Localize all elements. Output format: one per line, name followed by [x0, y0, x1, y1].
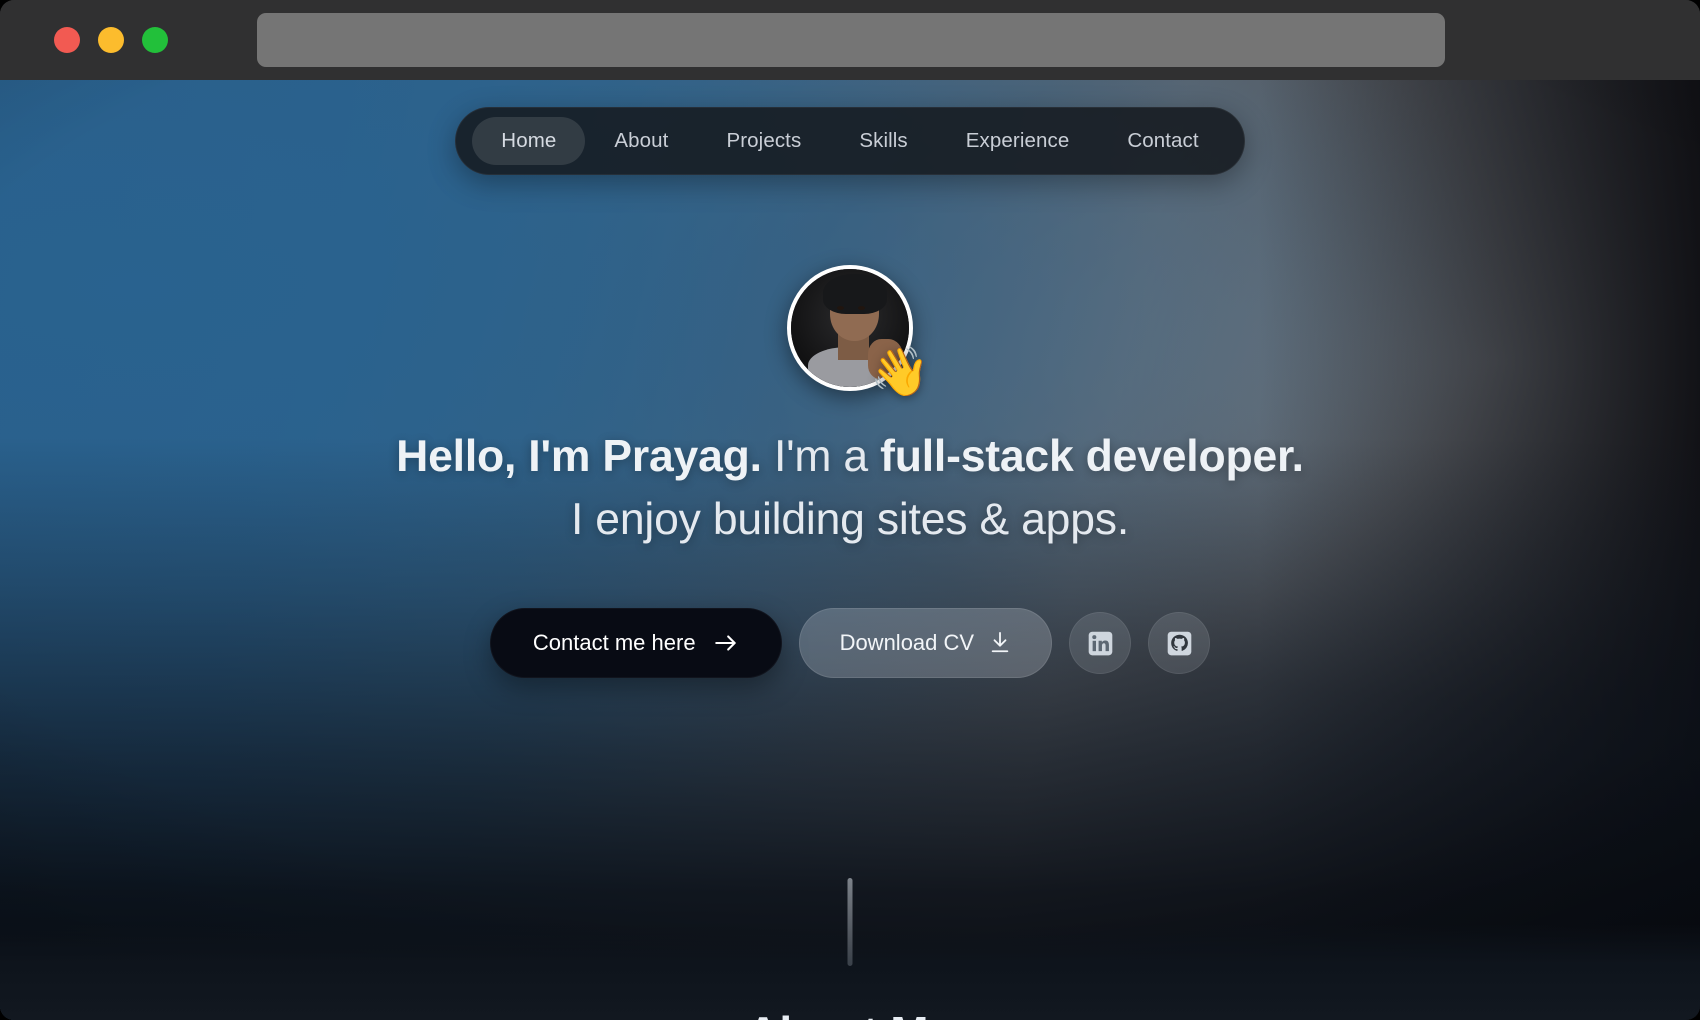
- avatar-photo-eye-left: [837, 305, 845, 310]
- download-cv-button[interactable]: Download CV: [798, 608, 1053, 679]
- arrow-right-icon: [713, 630, 739, 656]
- nav-item-about[interactable]: About: [585, 117, 697, 165]
- nav-item-home[interactable]: Home: [472, 117, 586, 165]
- contact-me-label: Contact me here: [532, 630, 696, 656]
- nav-item-projects[interactable]: Projects: [697, 117, 830, 165]
- nav-item-experience[interactable]: Experience: [937, 117, 1099, 165]
- nav-item-contact[interactable]: Contact: [1098, 117, 1227, 165]
- linkedin-link[interactable]: [1069, 612, 1132, 675]
- waving-hand-icon: 👋: [870, 346, 930, 399]
- avatar-photo-eye-right: [858, 305, 866, 310]
- avatar-photo-hair: [822, 273, 887, 314]
- maximize-window-button[interactable]: [142, 27, 168, 53]
- minimize-window-button[interactable]: [98, 27, 124, 53]
- nav-pill: Home About Projects Skills Experience Co…: [455, 107, 1245, 175]
- window-controls: [54, 27, 168, 53]
- close-window-button[interactable]: [54, 27, 80, 53]
- scroll-progress-bar[interactable]: [847, 878, 853, 966]
- browser-titlebar: [0, 0, 1700, 80]
- nav-item-skills[interactable]: Skills: [830, 117, 936, 165]
- headline-role: full-stack developer.: [880, 432, 1304, 481]
- contact-me-button[interactable]: Contact me here: [489, 608, 782, 679]
- hero-actions: Contact me here Download CV: [489, 608, 1211, 679]
- headline-connector: I'm a: [773, 432, 868, 481]
- browser-window: Home About Projects Skills Experience Co…: [0, 0, 1700, 1020]
- headline-subline: I enjoy building sites & apps.: [570, 495, 1129, 545]
- download-icon: [989, 631, 1011, 655]
- address-bar[interactable]: [257, 13, 1445, 67]
- github-icon: [1166, 630, 1193, 657]
- page-viewport: Home About Projects Skills Experience Co…: [0, 80, 1700, 1020]
- linkedin-icon: [1087, 630, 1114, 657]
- navigation-bar: Home About Projects Skills Experience Co…: [0, 107, 1700, 175]
- headline-greeting: Hello, I'm Prayag.: [396, 432, 762, 481]
- avatar-container: 👋: [787, 265, 930, 397]
- page-title: Hello, I'm Prayag. I'm a full-stack deve…: [396, 425, 1304, 551]
- github-link[interactable]: [1148, 612, 1211, 675]
- download-cv-label: Download CV: [839, 630, 975, 656]
